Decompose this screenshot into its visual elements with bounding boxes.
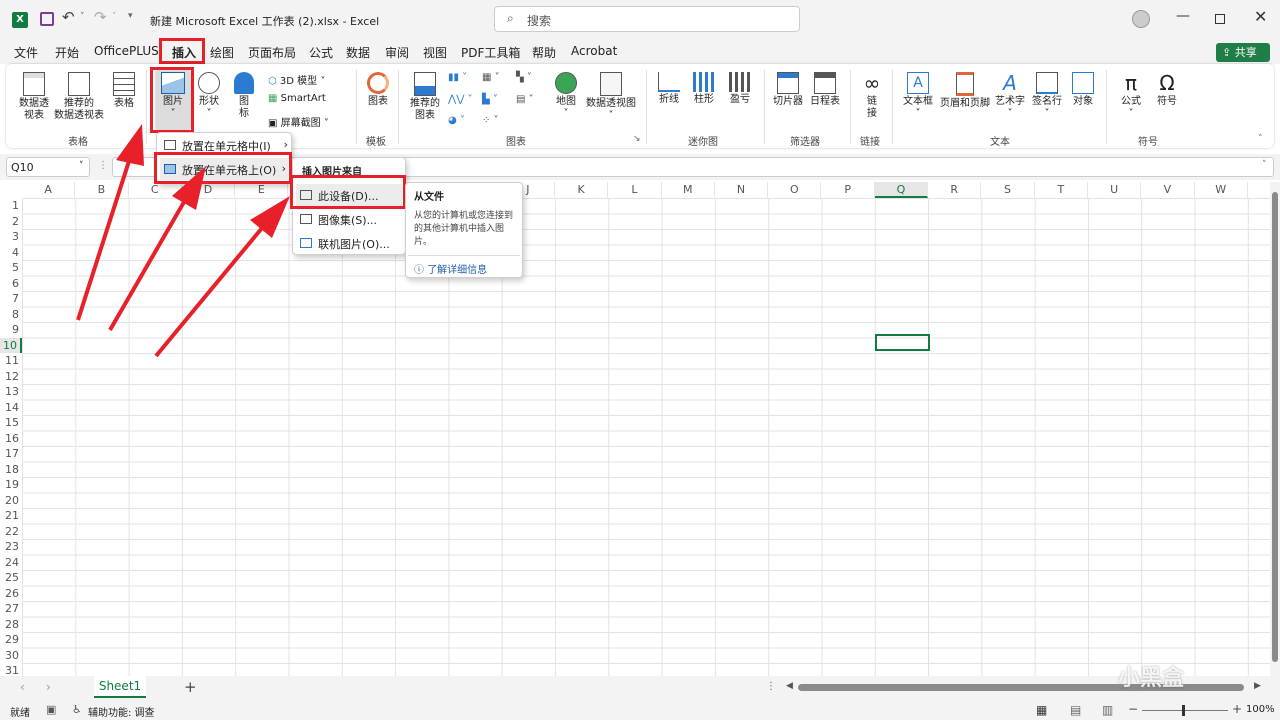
accessibility-status[interactable]: 辅助功能: 调查 — [88, 704, 155, 719]
next-sheet-icon[interactable]: › — [46, 680, 51, 694]
zoom-slider-thumb[interactable] — [1182, 705, 1185, 716]
normal-view-icon[interactable]: ▦ — [1036, 703, 1047, 717]
sheet-tab-sheet1[interactable]: Sheet1 — [94, 676, 146, 698]
zoom-in-icon[interactable]: + — [1232, 702, 1242, 716]
accessibility-icon[interactable]: ♿ — [72, 703, 82, 716]
zoom-level[interactable]: 100% — [1246, 704, 1275, 715]
status-bar: 就绪 ▣ ♿ 辅助功能: 调查 ▦ ▤ ▥ − + 100% — [0, 700, 1280, 720]
macro-record-icon[interactable]: ▣ — [46, 703, 56, 716]
arrow-to-this-device — [154, 196, 290, 358]
zoom-slider[interactable] — [1142, 710, 1228, 711]
watermark-text: 小黑盒 — [1118, 666, 1185, 691]
sheet-bar-splitter-icon[interactable]: ⋮ — [766, 681, 776, 692]
page-break-view-icon[interactable]: ▥ — [1102, 703, 1113, 717]
prev-sheet-icon[interactable]: ‹ — [20, 680, 25, 694]
zoom-out-icon[interactable]: − — [1128, 702, 1138, 716]
watermark-logo: 小黑盒 — [1118, 660, 1184, 692]
page-layout-view-icon[interactable]: ▤ — [1070, 703, 1081, 717]
sheet-tab-label: Sheet1 — [98, 679, 142, 693]
scroll-right-icon[interactable]: ▶ — [1254, 681, 1261, 691]
sheet-tab-bar: ‹ › Sheet1 + ⋮ ◀ ▶ — [0, 676, 1280, 700]
add-sheet-icon[interactable]: + — [184, 678, 197, 696]
status-ready: 就绪 — [10, 708, 30, 719]
arrow-to-place-over-cells — [108, 166, 206, 332]
red-arrows-overlay — [76, 124, 290, 358]
scroll-left-icon[interactable]: ◀ — [786, 681, 793, 691]
